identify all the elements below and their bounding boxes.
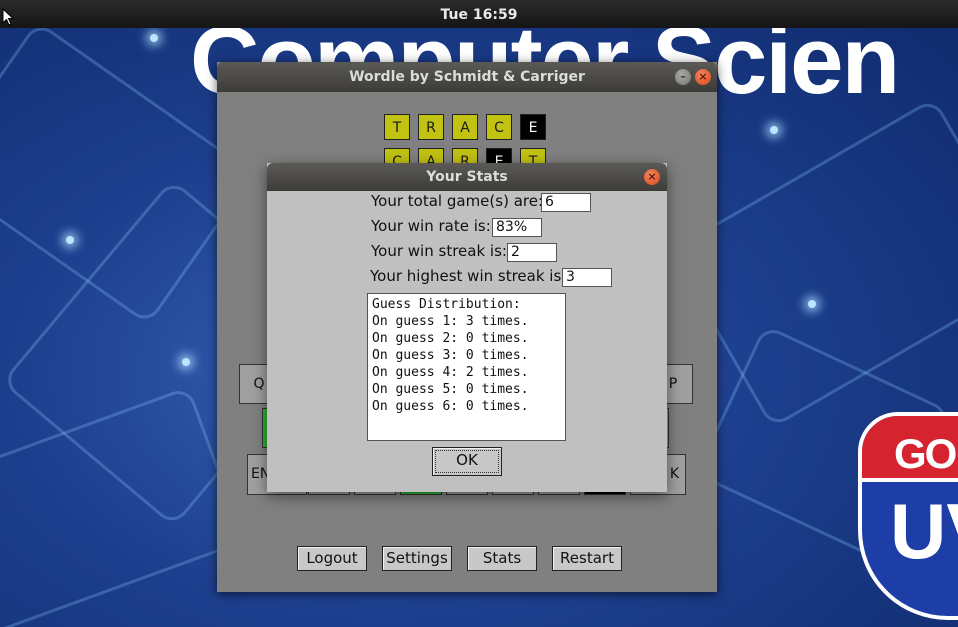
stats-dialog: Your Stats × Your total game(s) are: 6 Y… (267, 163, 667, 492)
ok-button[interactable]: OK (432, 447, 502, 476)
university-logo: GO UV (858, 412, 958, 620)
dialog-titlebar[interactable]: Your Stats × (267, 163, 667, 191)
close-icon: × (698, 70, 708, 83)
win-streak-field[interactable]: 2 (507, 243, 557, 262)
distribution-line: Guess Distribution: (372, 297, 521, 312)
background-glow (66, 236, 74, 244)
background-glow (150, 34, 158, 42)
close-icon: × (647, 170, 657, 183)
highest-streak-label: Your highest win streak is: (370, 267, 567, 285)
stats-button[interactable]: Stats (467, 546, 537, 571)
distribution-line: On guess 6: 0 times. (372, 399, 529, 414)
mouse-cursor-icon (2, 8, 14, 26)
minimize-button[interactable]: – (675, 69, 691, 85)
system-top-bar: Tue 16:59 (0, 0, 958, 28)
background-glow (770, 126, 778, 134)
guess-distribution-text[interactable]: Guess Distribution: On guess 1: 3 times. O… (367, 293, 566, 441)
clock[interactable]: Tue 16:59 (0, 7, 958, 23)
distribution-line: On guess 2: 0 times. (372, 331, 529, 346)
window-title: Wordle by Schmidt & Carriger (349, 69, 585, 85)
distribution-line: On guess 5: 0 times. (372, 382, 529, 397)
highest-streak-field[interactable]: 3 (562, 268, 612, 287)
win-rate-label: Your win rate is: (371, 217, 491, 235)
logo-top-text: GO (894, 430, 957, 477)
distribution-line: On guess 1: 3 times. (372, 314, 529, 329)
grid-tile: T (384, 114, 410, 140)
minimize-icon: – (680, 70, 686, 83)
grid-tile: R (418, 114, 444, 140)
total-games-label: Your total game(s) are: (371, 192, 544, 210)
logo-bottom-text: UV (890, 487, 958, 575)
window-titlebar[interactable]: Wordle by Schmidt & Carriger – × (217, 62, 717, 92)
dialog-title: Your Stats (426, 169, 508, 185)
settings-button[interactable]: Settings (382, 546, 452, 571)
background-glow (182, 358, 190, 366)
restart-button[interactable]: Restart (552, 546, 622, 571)
distribution-line: On guess 3: 0 times. (372, 348, 529, 363)
grid-tile: E (520, 114, 546, 140)
total-games-field[interactable]: 6 (541, 193, 591, 212)
grid-tile: C (486, 114, 512, 140)
win-streak-label: Your win streak is: (371, 242, 507, 260)
logout-button[interactable]: Logout (297, 546, 367, 571)
close-button[interactable]: × (695, 69, 711, 85)
distribution-line: On guess 4: 2 times. (372, 365, 529, 380)
win-rate-field[interactable]: 83% (492, 218, 542, 237)
background-glow (808, 300, 816, 308)
dialog-close-button[interactable]: × (644, 169, 660, 185)
grid-tile: A (452, 114, 478, 140)
